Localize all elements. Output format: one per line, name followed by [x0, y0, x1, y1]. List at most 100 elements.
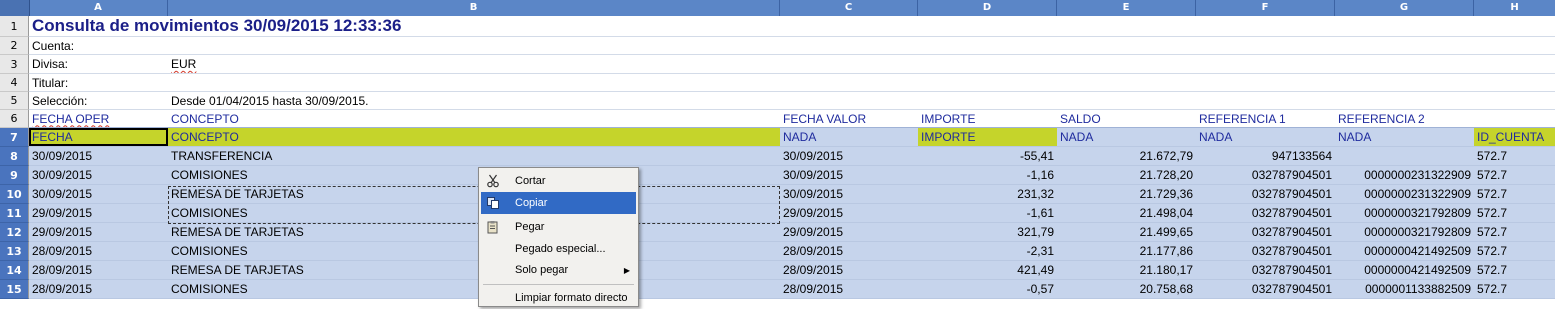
cell-saldo[interactable]: 21.177,86	[1057, 242, 1196, 260]
cell-importe[interactable]: 321,79	[918, 223, 1057, 241]
cell-fecha-valor[interactable]: 30/09/2015	[780, 166, 918, 184]
seleccion-label[interactable]: Selección:	[29, 92, 168, 109]
page-title[interactable]: Consulta de movimientos 30/09/2015 12:33…	[29, 16, 829, 36]
row-header-13[interactable]: 13	[0, 242, 29, 261]
cell-fecha[interactable]: 28/09/2015	[29, 261, 168, 279]
cell-fecha[interactable]: 30/09/2015	[29, 185, 168, 203]
cell-importe[interactable]: -0,57	[918, 280, 1057, 298]
menu-item-paste-only[interactable]: Solo pegar ▶	[481, 259, 636, 281]
cell-importe[interactable]: 231,32	[918, 185, 1057, 203]
cell-fecha-valor[interactable]: 28/09/2015	[780, 261, 918, 279]
cell-fecha-valor[interactable]: 30/09/2015	[780, 147, 918, 165]
cell-referencia-1[interactable]: 032787904501	[1196, 223, 1335, 241]
cell-fecha[interactable]: 29/09/2015	[29, 223, 168, 241]
cell-concepto[interactable]: COMISIONES	[168, 204, 780, 222]
column-header-g[interactable]: G	[1335, 0, 1474, 16]
field-concepto[interactable]: CONCEPTO	[168, 128, 780, 146]
cell-referencia-2[interactable]: 0000000421492509	[1335, 242, 1474, 260]
cell-referencia-2[interactable]: 0000000231322909	[1335, 185, 1474, 203]
cell-fecha[interactable]: 30/09/2015	[29, 147, 168, 165]
cell-id-cuenta[interactable]: 572.7	[1474, 204, 1555, 222]
field-nada-e[interactable]: NADA	[1057, 128, 1196, 146]
menu-item-copy[interactable]: Copiar	[481, 192, 636, 214]
row-header-14[interactable]: 14	[0, 261, 29, 280]
cell-concepto[interactable]: REMESA DE TARJETAS	[168, 223, 780, 241]
row-header-2[interactable]: 2	[0, 37, 29, 55]
divisa-value-cell[interactable]: EUR	[168, 55, 780, 73]
cell-saldo[interactable]: 21.499,65	[1057, 223, 1196, 241]
field-nada-g[interactable]: NADA	[1335, 128, 1474, 146]
menu-item-paste[interactable]: Pegar	[481, 216, 636, 238]
cell-referencia-1[interactable]: 032787904501	[1196, 261, 1335, 279]
field-nada-f[interactable]: NADA	[1196, 128, 1335, 146]
column-header-h[interactable]: H	[1474, 0, 1555, 16]
menu-item-cut[interactable]: Cortar	[481, 170, 636, 192]
header-importe[interactable]: IMPORTE	[918, 110, 1057, 127]
cell-id-cuenta[interactable]: 572.7	[1474, 261, 1555, 279]
row-header-8[interactable]: 8	[0, 147, 29, 166]
field-fecha-active-cell[interactable]: FECHA	[29, 128, 168, 146]
cell-referencia-2[interactable]: 0000000231322909	[1335, 166, 1474, 184]
cell-referencia-1[interactable]: 947133564	[1196, 147, 1335, 165]
titular-label[interactable]: Titular:	[29, 74, 168, 91]
row-header-5[interactable]: 5	[0, 92, 29, 110]
cell-id-cuenta[interactable]: 572.7	[1474, 185, 1555, 203]
cell-concepto[interactable]: REMESA DE TARJETAS	[168, 185, 780, 203]
header-fecha-valor[interactable]: FECHA VALOR	[780, 110, 918, 127]
menu-item-paste-special[interactable]: Pegado especial...	[481, 238, 636, 260]
cell-referencia-1[interactable]: 032787904501	[1196, 242, 1335, 260]
cell-referencia-1[interactable]: 032787904501	[1196, 280, 1335, 298]
cell-fecha[interactable]: 30/09/2015	[29, 166, 168, 184]
cuenta-label[interactable]: Cuenta:	[29, 37, 168, 54]
field-nada-c[interactable]: NADA	[780, 128, 918, 146]
cell-concepto[interactable]: TRANSFERENCIA	[168, 147, 780, 165]
cell-fecha[interactable]: 28/09/2015	[29, 242, 168, 260]
cell-concepto[interactable]: COMISIONES	[168, 242, 780, 260]
cell-fecha-valor[interactable]: 30/09/2015	[780, 185, 918, 203]
cell-id-cuenta[interactable]: 572.7	[1474, 166, 1555, 184]
cell-importe[interactable]: -1,61	[918, 204, 1057, 222]
menu-item-clear-format[interactable]: Limpiar formato directo	[481, 287, 636, 309]
cell-referencia-2[interactable]: 0000000321792809	[1335, 204, 1474, 222]
column-header-e[interactable]: E	[1057, 0, 1196, 16]
header-concepto[interactable]: CONCEPTO	[168, 110, 780, 127]
cell-concepto[interactable]: COMISIONES	[168, 280, 780, 298]
header-referencia-1[interactable]: REFERENCIA 1	[1196, 110, 1335, 127]
cell-referencia-2[interactable]: 0000000321792809	[1335, 223, 1474, 241]
divisa-label[interactable]: Divisa:	[29, 55, 168, 73]
column-header-c[interactable]: C	[780, 0, 918, 16]
cell-saldo[interactable]: 21.728,20	[1057, 166, 1196, 184]
cell-saldo[interactable]: 21.729,36	[1057, 185, 1196, 203]
row-header-11[interactable]: 11	[0, 204, 29, 223]
cell-id-cuenta[interactable]: 572.7	[1474, 280, 1555, 298]
cell-fecha-valor[interactable]: 29/09/2015	[780, 204, 918, 222]
cell-id-cuenta[interactable]: 572.7	[1474, 147, 1555, 165]
select-all-corner[interactable]	[0, 0, 30, 16]
cell-saldo[interactable]: 21.498,04	[1057, 204, 1196, 222]
cell-importe[interactable]: 421,49	[918, 261, 1057, 279]
header-saldo[interactable]: SALDO	[1057, 110, 1196, 127]
cell-referencia-2[interactable]	[1335, 147, 1474, 165]
cell-fecha-valor[interactable]: 29/09/2015	[780, 223, 918, 241]
cell-fecha-valor[interactable]: 28/09/2015	[780, 242, 918, 260]
field-importe[interactable]: IMPORTE	[918, 128, 1057, 146]
cell-referencia-1[interactable]: 032787904501	[1196, 185, 1335, 203]
header-fecha-oper-cell[interactable]: FECHA OPER	[29, 110, 168, 127]
cell-concepto[interactable]: REMESA DE TARJETAS	[168, 261, 780, 279]
cell-referencia-1[interactable]: 032787904501	[1196, 166, 1335, 184]
cell-importe[interactable]: -2,31	[918, 242, 1057, 260]
cell-id-cuenta[interactable]: 572.7	[1474, 223, 1555, 241]
row-header-3[interactable]: 3	[0, 55, 29, 74]
cell-importe[interactable]: -55,41	[918, 147, 1057, 165]
cell-saldo[interactable]: 20.758,68	[1057, 280, 1196, 298]
row-header-6[interactable]: 6	[0, 110, 29, 128]
row-header-10[interactable]: 10	[0, 185, 29, 204]
cell-saldo[interactable]: 21.180,17	[1057, 261, 1196, 279]
cell-concepto[interactable]: COMISIONES	[168, 166, 780, 184]
row-header-1[interactable]: 1	[0, 16, 29, 37]
cell-referencia-1[interactable]: 032787904501	[1196, 204, 1335, 222]
cell-referencia-2[interactable]: 0000000421492509	[1335, 261, 1474, 279]
seleccion-value[interactable]: Desde 01/04/2015 hasta 30/09/2015.	[168, 92, 780, 109]
column-header-d[interactable]: D	[918, 0, 1057, 16]
column-header-a[interactable]: A	[29, 0, 168, 16]
